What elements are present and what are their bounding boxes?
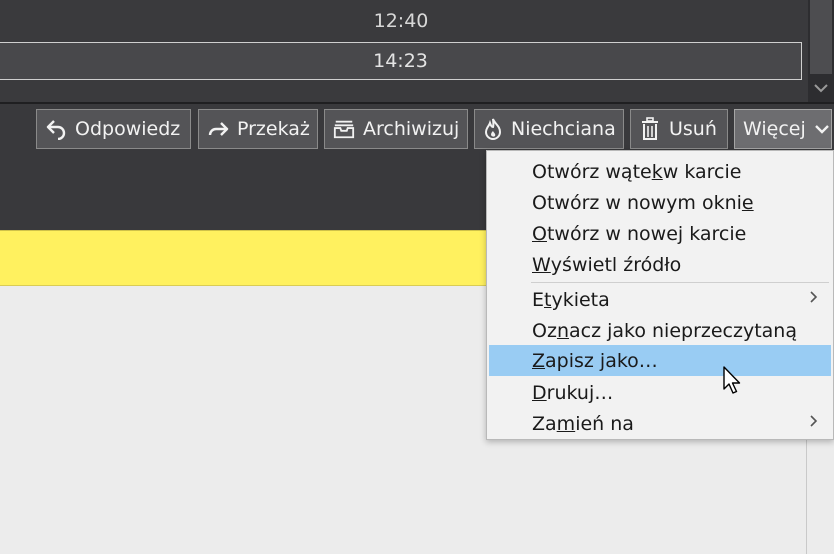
trash-icon xyxy=(639,117,661,141)
menu-item-view-source[interactable]: Wyświetl źródło xyxy=(489,249,831,280)
message-time: 14:23 xyxy=(373,50,428,72)
message-time: 12:40 xyxy=(373,10,429,32)
forward-icon xyxy=(207,117,229,141)
menu-item-print[interactable]: Drukuj… xyxy=(489,377,831,408)
forward-button[interactable]: Przekaż xyxy=(198,109,318,149)
scroll-down-icon[interactable] xyxy=(808,76,834,100)
scrollbar-thumb[interactable] xyxy=(810,0,832,74)
more-label: Więcej xyxy=(743,118,806,140)
forward-label: Przekaż xyxy=(237,118,310,140)
message-list-scrollbar[interactable] xyxy=(808,0,834,102)
menu-item-convert-to[interactable]: Za m ień na xyxy=(489,408,831,439)
message-row-selected[interactable]: 14:23 xyxy=(0,42,802,80)
menu-item-open-in-new-tab[interactable]: Otwórz w nowej karcie xyxy=(489,218,831,249)
reply-button[interactable]: Odpowiedz xyxy=(36,109,191,149)
menu-item-tag[interactable]: Et ykieta xyxy=(489,284,831,315)
mouse-cursor-icon xyxy=(723,366,741,394)
archive-icon xyxy=(333,117,355,141)
chevron-down-icon xyxy=(814,117,830,141)
menu-item-open-in-new-window[interactable]: Otwórz w nowym okni e xyxy=(489,187,831,218)
message-row[interactable]: 12:40 xyxy=(0,2,802,40)
chevron-right-icon xyxy=(809,289,819,310)
chevron-right-icon xyxy=(809,413,819,434)
archive-label: Archiwizuj xyxy=(363,118,460,140)
delete-button[interactable]: Usuń xyxy=(630,109,728,149)
menu-separator xyxy=(531,282,829,283)
menu-item-save-as[interactable]: Zapisz jako… xyxy=(489,345,831,376)
reply-icon xyxy=(45,117,67,141)
delete-label: Usuń xyxy=(669,118,717,140)
menu-item-open-thread-in-tab[interactable]: Otwórz wąte k w karcie xyxy=(489,156,831,187)
archive-button[interactable]: Archiwizuj xyxy=(324,109,468,149)
menu-item-mark-unread[interactable]: Oz n acz jako nieprzeczytaną xyxy=(489,315,831,346)
junk-label: Niechciana xyxy=(511,118,616,140)
message-list: 12:40 14:23 xyxy=(0,0,808,102)
flame-icon xyxy=(483,117,503,141)
more-button[interactable]: Więcej xyxy=(734,109,832,149)
junk-button[interactable]: Niechciana xyxy=(474,109,624,149)
more-menu: Otwórz wąte k w karcie Otwórz w nowym okn… xyxy=(486,150,834,440)
reply-label: Odpowiedz xyxy=(75,118,181,140)
